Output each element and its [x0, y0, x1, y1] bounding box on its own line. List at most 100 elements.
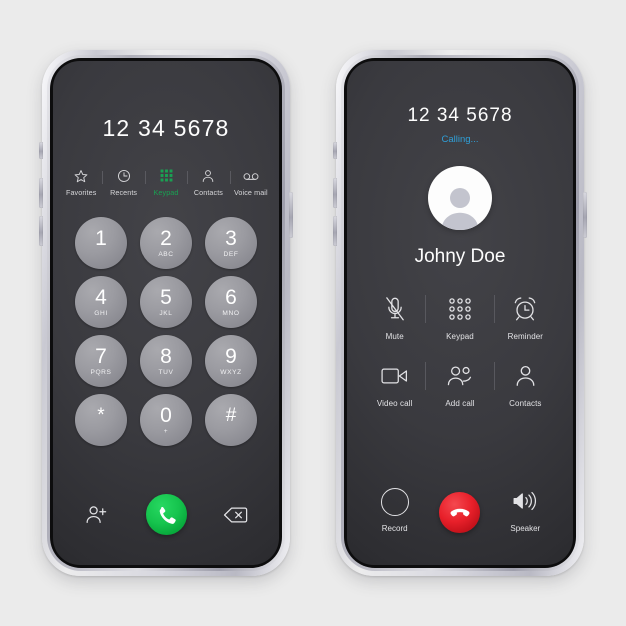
tab-voice-mail[interactable]: Voice mail — [229, 168, 272, 197]
dialer-screen: 12 34 5678 Favorites Recents Keypad Cont… — [53, 61, 279, 565]
speaker-label: Speaker — [510, 524, 541, 533]
control-contacts[interactable]: Contacts — [493, 361, 558, 408]
person-icon — [201, 168, 215, 183]
dialpad-key-8[interactable]: 8 TUV — [140, 335, 192, 387]
key-digit: 6 — [225, 286, 237, 309]
volume-up-button[interactable] — [333, 178, 337, 208]
speaker-button[interactable]: Speaker — [493, 486, 558, 533]
key-digit: 9 — [225, 345, 237, 368]
dialpad-key-hash[interactable]: # — [205, 394, 257, 446]
person-add-icon[interactable] — [84, 503, 110, 527]
control-label: Add call — [445, 399, 475, 408]
backspace-icon[interactable] — [223, 503, 249, 527]
call-button[interactable] — [145, 494, 187, 535]
star-icon — [74, 168, 88, 183]
dialpad-key-4[interactable]: 4 GHI — [75, 276, 127, 328]
control-mute[interactable]: Mute — [362, 294, 427, 341]
dialer-action-row — [53, 494, 279, 535]
caller-name: Johny Doe — [414, 246, 506, 267]
mute-switch[interactable] — [333, 142, 337, 159]
mute-switch[interactable] — [39, 142, 43, 159]
key-digit: * — [97, 405, 105, 426]
key-digit: 4 — [95, 286, 107, 309]
phone-handset-icon — [156, 505, 176, 525]
tab-label: Recents — [110, 188, 138, 197]
dialpad-key-7[interactable]: 7 PQRS — [75, 335, 127, 387]
dialpad-key-6[interactable]: 6 MNO — [205, 276, 257, 328]
voicemail-icon — [243, 168, 259, 183]
key-digit: 2 — [160, 227, 172, 250]
tab-label: Favorites — [65, 188, 97, 197]
dialpad-key-9[interactable]: 9 WXYZ — [205, 335, 257, 387]
power-button[interactable] — [583, 192, 587, 238]
record-label: Record — [381, 524, 408, 533]
volume-up-button[interactable] — [39, 178, 43, 208]
dialpad-key-0[interactable]: 0 + — [140, 394, 192, 446]
control-add-call[interactable]: Add call — [425, 361, 495, 408]
key-digit: 8 — [160, 345, 172, 368]
volume-down-button[interactable] — [39, 216, 43, 246]
clock-icon — [117, 168, 131, 183]
dialpad-key-star[interactable]: * — [75, 394, 127, 446]
person-icon — [514, 361, 537, 391]
phone-calling: 12 34 5678 Calling... Johny Doe Mute Key… — [333, 50, 587, 576]
key-digit: # — [225, 405, 237, 426]
call-controls-grid: Mute Keypad Reminder Video call Add call… — [362, 294, 558, 408]
tab-favorites[interactable]: Favorites — [60, 168, 102, 197]
record-button[interactable]: Record — [362, 488, 427, 533]
key-letters: ABC — [158, 251, 174, 258]
caller-number: 12 34 5678 — [407, 105, 513, 126]
key-digit: 7 — [95, 345, 107, 368]
hangup-button[interactable] — [439, 492, 481, 533]
key-letters: TUV — [158, 369, 174, 376]
key-letters: PQRS — [90, 369, 112, 376]
control-video-call[interactable]: Video call — [362, 361, 427, 408]
control-keypad[interactable]: Keypad — [425, 294, 495, 341]
call-status-text: Calling... — [441, 134, 479, 145]
key-digit: 1 — [95, 227, 107, 250]
key-letters: WXYZ — [220, 369, 242, 376]
person-avatar-icon — [434, 184, 486, 230]
calling-screen: 12 34 5678 Calling... Johny Doe Mute Key… — [347, 61, 573, 565]
phones-stage: 12 34 5678 Favorites Recents Keypad Cont… — [0, 0, 626, 626]
tab-contacts[interactable]: Contacts — [187, 168, 229, 197]
hangup-cell — [427, 492, 492, 533]
keypad-dots-icon — [448, 294, 472, 324]
record-circle-icon — [380, 488, 409, 516]
dialpad-key-1[interactable]: 1 — [75, 217, 127, 269]
tab-recents[interactable]: Recents — [102, 168, 144, 197]
person-add-group-icon — [446, 361, 474, 391]
call-bottom-row: Record Speaker — [362, 486, 558, 533]
control-label: Keypad — [446, 332, 474, 341]
key-digit: 3 — [225, 227, 237, 250]
video-camera-icon — [381, 361, 408, 391]
tab-label: Voice mail — [233, 188, 268, 197]
dialer-tabbar: Favorites Recents Keypad Contacts Voice … — [53, 168, 279, 197]
key-letters: GHI — [94, 310, 108, 317]
dialed-number-display: 12 34 5678 — [102, 115, 230, 141]
power-button[interactable] — [289, 192, 293, 238]
dialpad-key-3[interactable]: 3 DEF — [205, 217, 257, 269]
phone-hangup-icon — [449, 502, 471, 524]
tab-label: Keypad — [153, 188, 179, 197]
control-label: Contacts — [509, 399, 542, 408]
key-digit: 5 — [160, 286, 172, 309]
key-digit: 0 — [160, 404, 172, 427]
volume-down-button[interactable] — [333, 216, 337, 246]
avatar — [428, 166, 492, 230]
control-label: Reminder — [507, 332, 544, 341]
dialpad-key-2[interactable]: 2 ABC — [140, 217, 192, 269]
tab-keypad[interactable]: Keypad — [144, 168, 187, 197]
dialpad: 1 2 ABC 3 DEF 4 GHI 5 JKL 6 MNO 7 PQRS 8… — [75, 217, 257, 446]
dialpad-key-5[interactable]: 5 JKL — [140, 276, 192, 328]
key-letters: + — [163, 428, 169, 435]
phone-dialer: 12 34 5678 Favorites Recents Keypad Cont… — [39, 50, 293, 576]
key-letters: MNO — [222, 310, 240, 317]
key-letters: JKL — [159, 310, 173, 317]
key-letters: DEF — [223, 251, 239, 258]
control-label: Video call — [376, 399, 413, 408]
tab-label: Contacts — [193, 188, 223, 197]
control-reminder[interactable]: Reminder — [493, 294, 558, 341]
control-label: Mute — [385, 332, 404, 341]
grid-icon — [160, 168, 173, 183]
